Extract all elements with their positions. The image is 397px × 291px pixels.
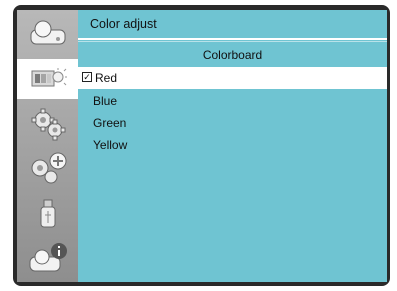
usb-icon: [40, 199, 55, 228]
projector-info-icon: [29, 243, 67, 272]
sidebar-item-memory-viewer[interactable]: [17, 194, 78, 234]
sidebar-item-display[interactable]: [17, 59, 78, 99]
option-label: Yellow: [93, 138, 128, 152]
display-settings-icon: [31, 68, 67, 87]
checkbox-icon[interactable]: ✓: [82, 72, 92, 82]
main-panel: Color adjust Colorboard ✓ Red Blue Green…: [78, 10, 387, 282]
title-divider: [78, 38, 387, 40]
option-yellow[interactable]: Yellow: [78, 134, 387, 156]
sidebar-item-picture[interactable]: [17, 14, 78, 54]
projector-icon: [30, 20, 65, 45]
submenu-title: Colorboard: [202, 48, 263, 62]
advanced-gear-icon: [31, 152, 66, 184]
option-blue[interactable]: Blue: [78, 90, 387, 112]
option-label: Green: [93, 116, 127, 130]
option-red[interactable]: ✓ Red: [78, 67, 387, 89]
option-label: Red: [95, 71, 118, 85]
option-green[interactable]: Green: [78, 112, 387, 134]
option-label: Blue: [93, 94, 118, 108]
page-title: Color adjust: [90, 17, 157, 31]
sidebar: [17, 10, 78, 282]
gear-icon: [31, 108, 65, 141]
sidebar-item-setting[interactable]: [17, 104, 78, 144]
sidebar-item-expanded[interactable]: [17, 149, 78, 189]
sidebar-item-information[interactable]: [17, 239, 78, 279]
title-divider-shadow: [78, 41, 387, 42]
